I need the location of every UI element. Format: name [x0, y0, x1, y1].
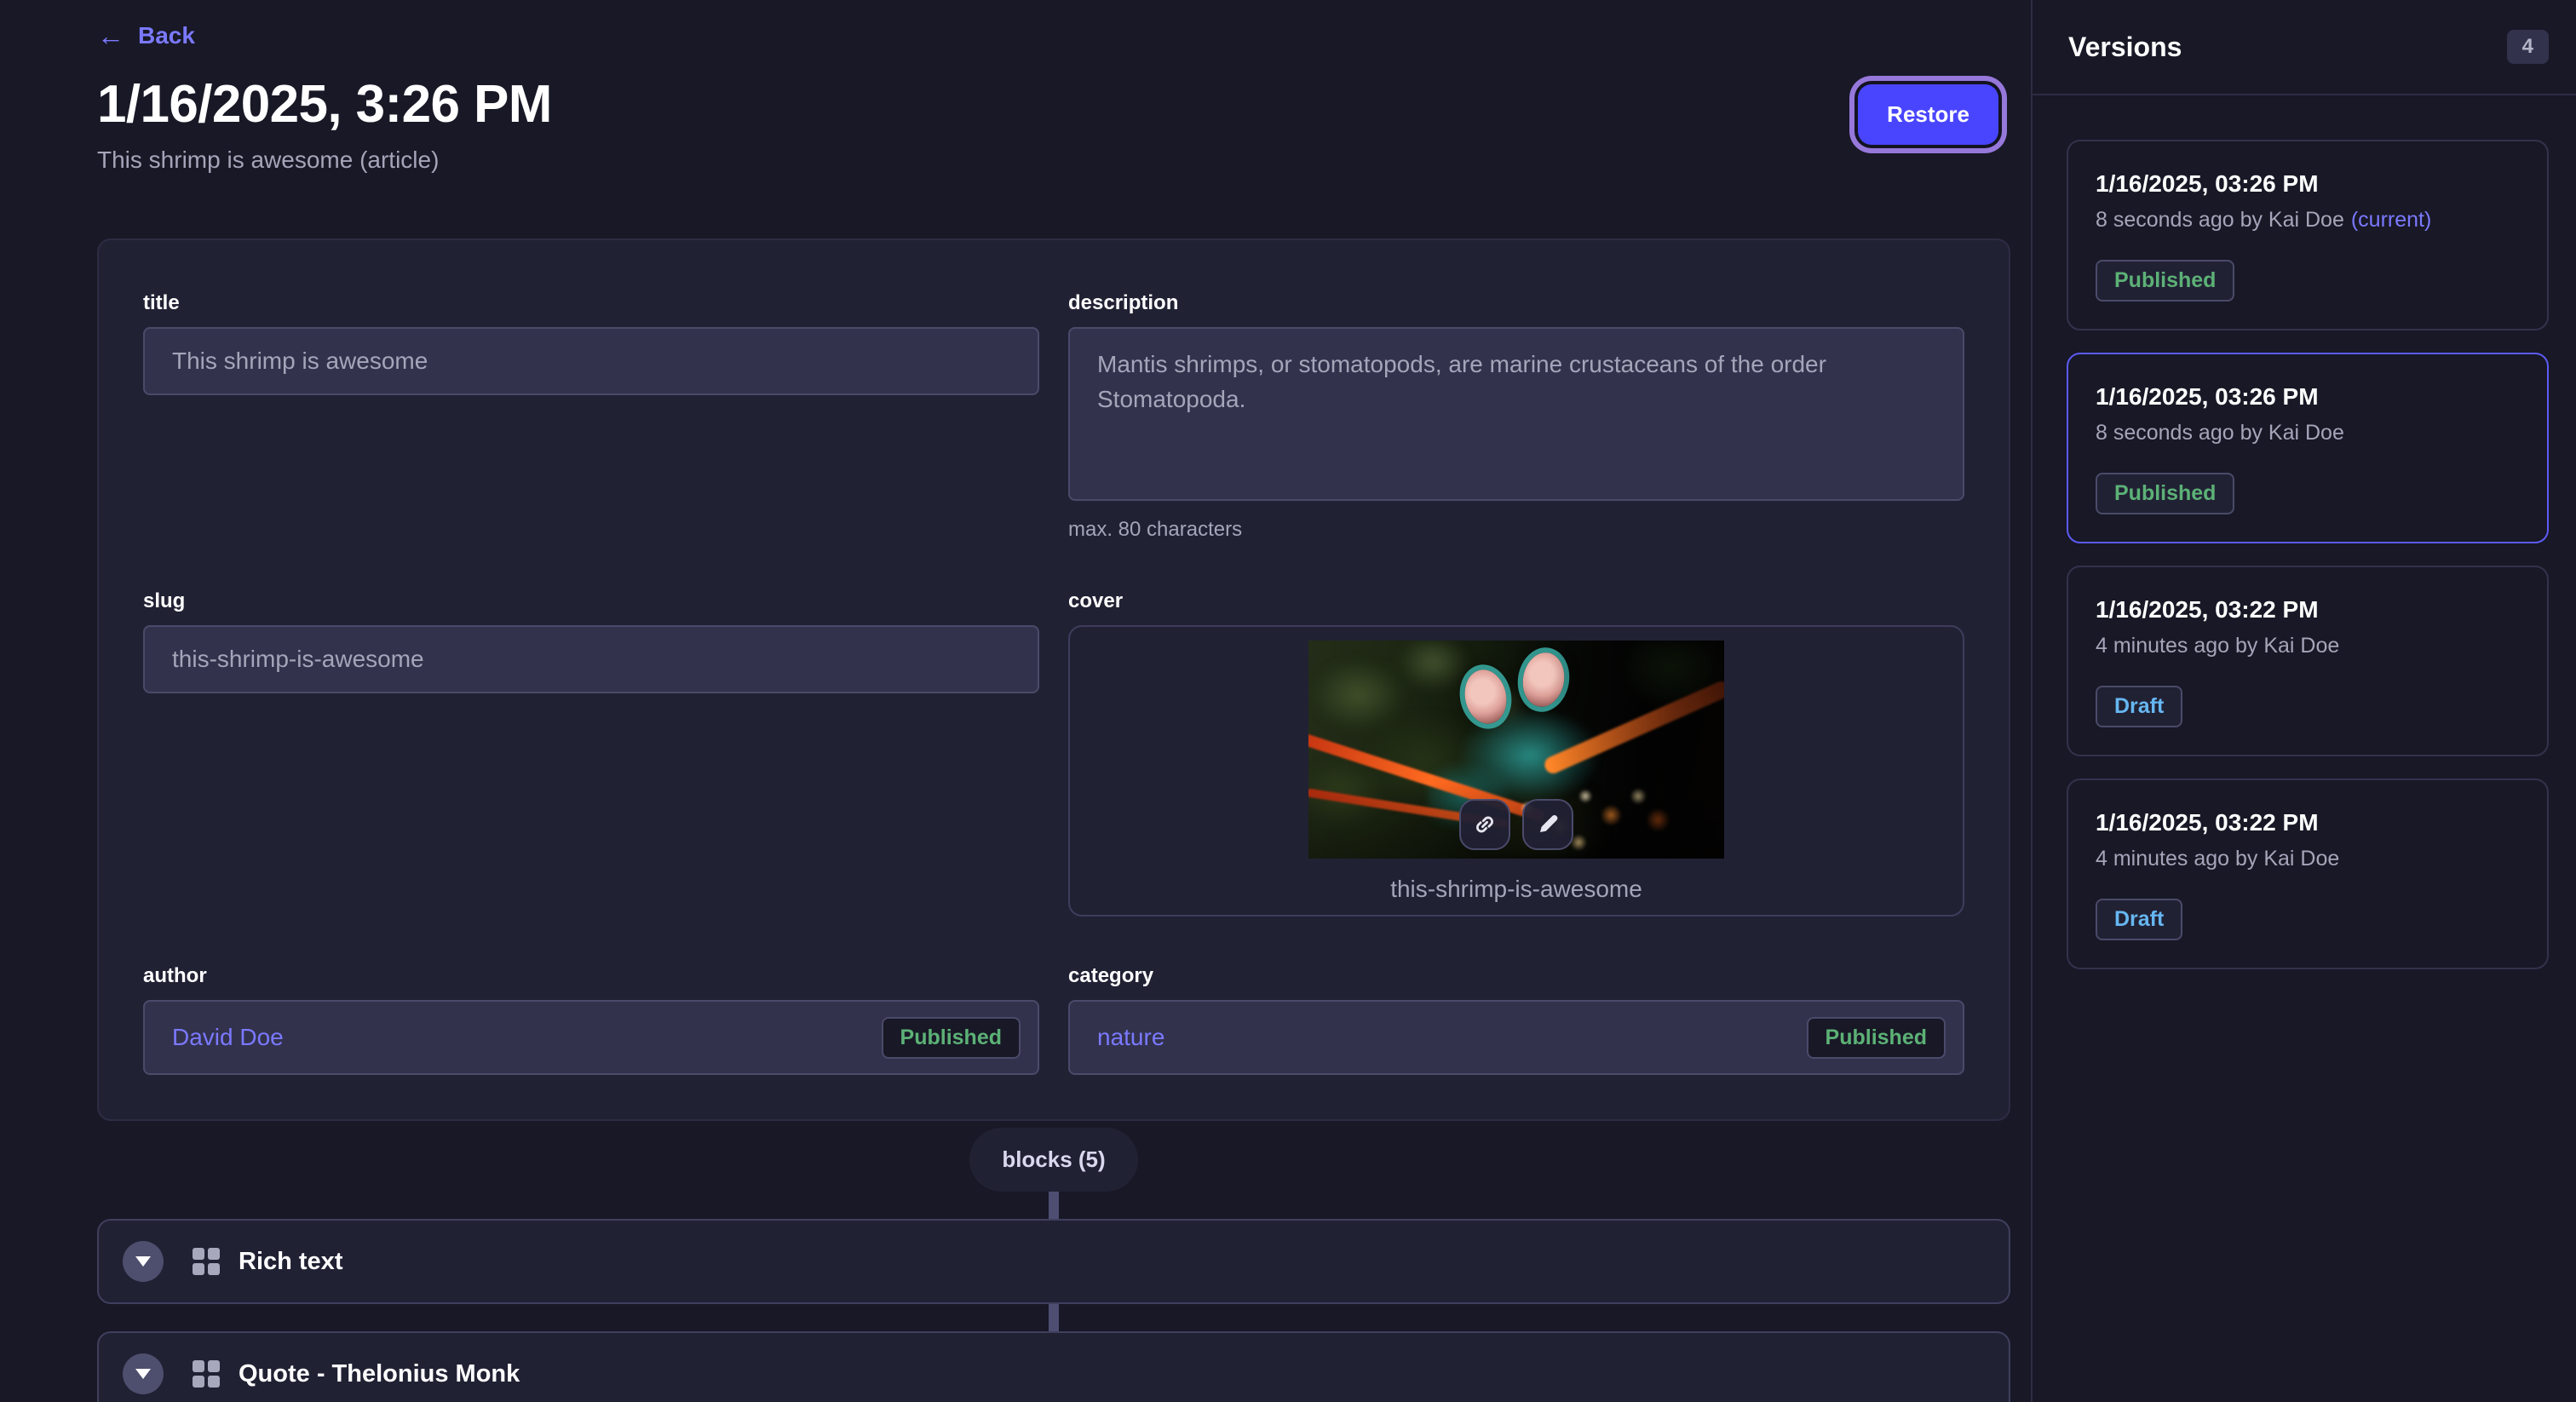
image-link-button[interactable] — [1459, 799, 1510, 850]
image-edit-button[interactable] — [1522, 799, 1573, 850]
version-meta-text: 8 seconds ago by Kai Doe — [2096, 421, 2344, 445]
field-author: author David Doe Published — [143, 964, 1039, 1075]
description-hint: max. 80 characters — [1068, 518, 1964, 542]
cover-label: cover — [1068, 589, 1964, 613]
page-title: 1/16/2025, 3:26 PM — [97, 74, 552, 135]
version-date: 1/16/2025, 03:22 PM — [2096, 809, 2520, 836]
accordion-label: Rich text — [239, 1248, 342, 1276]
slug-input — [143, 625, 1039, 693]
field-category: category nature Published — [1068, 964, 1964, 1075]
page-header: 1/16/2025, 3:26 PM This shrimp is awesom… — [97, 74, 2010, 174]
version-meta: 8 seconds ago by Kai Doe (current) — [2096, 208, 2520, 233]
version-card[interactable]: 1/16/2025, 03:22 PM 4 minutes ago by Kai… — [2067, 779, 2549, 969]
description-textarea: Mantis shrimps, or stomatopods, are mari… — [1068, 327, 1964, 501]
title-input — [143, 327, 1039, 395]
version-meta: 4 minutes ago by Kai Doe — [2096, 847, 2520, 871]
version-meta: 8 seconds ago by Kai Doe — [2096, 421, 2520, 445]
page-header-text: 1/16/2025, 3:26 PM This shrimp is awesom… — [97, 74, 552, 174]
versions-panel: Versions 4 1/16/2025, 03:26 PM 8 seconds… — [2031, 0, 2576, 1402]
description-label: description — [1068, 291, 1964, 315]
author-relation-box: David Doe Published — [143, 1000, 1039, 1075]
version-history-page: ← Back 1/16/2025, 3:26 PM This shrimp is… — [0, 0, 2576, 1402]
cover-box: this-shrimp-is-awesome — [1068, 625, 1964, 916]
version-status-badge: Draft — [2096, 899, 2182, 940]
version-date: 1/16/2025, 03:26 PM — [2096, 170, 2520, 198]
accordion-label: Quote - Thelonius Monk — [239, 1360, 520, 1388]
slug-label: slug — [143, 589, 1039, 613]
cover-filename: this-shrimp-is-awesome — [1390, 876, 1642, 903]
chevron-down-icon — [135, 1369, 151, 1379]
back-label: Back — [138, 22, 195, 49]
accordion-item[interactable]: Rich text — [97, 1219, 2010, 1304]
author-link[interactable]: David Doe — [172, 1024, 284, 1051]
back-arrow-icon: ← — [97, 22, 124, 49]
field-description: description Mantis shrimps, or stomatopo… — [1068, 291, 1964, 542]
blocks-accordion-list: Rich text Quote - Thelonius Monk — [97, 1192, 2010, 1402]
cover-image-actions — [1459, 799, 1573, 850]
versions-count-badge: 4 — [2507, 30, 2549, 64]
main-content: ← Back 1/16/2025, 3:26 PM This shrimp is… — [0, 0, 2031, 1402]
grid-icon — [193, 1360, 220, 1388]
category-link[interactable]: nature — [1097, 1024, 1164, 1051]
version-card[interactable]: 1/16/2025, 03:26 PM 8 seconds ago by Kai… — [2067, 140, 2549, 330]
accordion-toggle-button[interactable] — [123, 1241, 164, 1282]
version-status-badge: Published — [2096, 473, 2234, 514]
versions-list: 1/16/2025, 03:26 PM 8 seconds ago by Kai… — [2033, 95, 2576, 991]
version-current-label: (current) — [2351, 208, 2431, 232]
back-link[interactable]: ← Back — [97, 22, 195, 49]
chevron-down-icon — [135, 1256, 151, 1267]
version-card[interactable]: 1/16/2025, 03:26 PM 8 seconds ago by Kai… — [2067, 353, 2549, 543]
version-status-badge: Published — [2096, 260, 2234, 302]
version-meta-text: 4 minutes ago by Kai Doe — [2096, 634, 2339, 658]
title-label: title — [143, 291, 1039, 315]
field-title: title — [143, 291, 1039, 542]
blocks-pill: blocks (5) — [969, 1128, 1137, 1192]
version-status-badge: Draft — [2096, 686, 2182, 727]
version-meta: 4 minutes ago by Kai Doe — [2096, 634, 2520, 658]
author-status-badge: Published — [882, 1017, 1021, 1059]
version-card[interactable]: 1/16/2025, 03:22 PM 4 minutes ago by Kai… — [2067, 566, 2549, 756]
versions-heading: Versions — [2068, 32, 2182, 63]
versions-header: Versions 4 — [2033, 0, 2576, 95]
field-slug: slug — [143, 589, 1039, 916]
link-icon — [1472, 812, 1498, 837]
version-meta-text: 8 seconds ago by Kai Doe — [2096, 208, 2344, 232]
blocks-zone: blocks (5) Rich text Quote - Thelonius M… — [97, 1128, 2010, 1312]
page-subtitle: This shrimp is awesome (article) — [97, 147, 552, 174]
accordion-toggle-button[interactable] — [123, 1353, 164, 1394]
restore-button[interactable]: Restore — [1858, 84, 1998, 145]
form-card: title description Mantis shrimps, or sto… — [97, 238, 2010, 1121]
pencil-icon — [1535, 812, 1561, 837]
author-label: author — [143, 964, 1039, 988]
version-date: 1/16/2025, 03:22 PM — [2096, 596, 2520, 623]
version-date: 1/16/2025, 03:26 PM — [2096, 383, 2520, 411]
category-status-badge: Published — [1807, 1017, 1946, 1059]
field-cover: cover — [1068, 589, 1964, 916]
category-label: category — [1068, 964, 1964, 988]
accordion-item[interactable]: Quote - Thelonius Monk — [97, 1331, 2010, 1402]
cover-image — [1308, 641, 1724, 859]
category-relation-box: nature Published — [1068, 1000, 1964, 1075]
version-meta-text: 4 minutes ago by Kai Doe — [2096, 847, 2339, 871]
grid-icon — [193, 1248, 220, 1275]
